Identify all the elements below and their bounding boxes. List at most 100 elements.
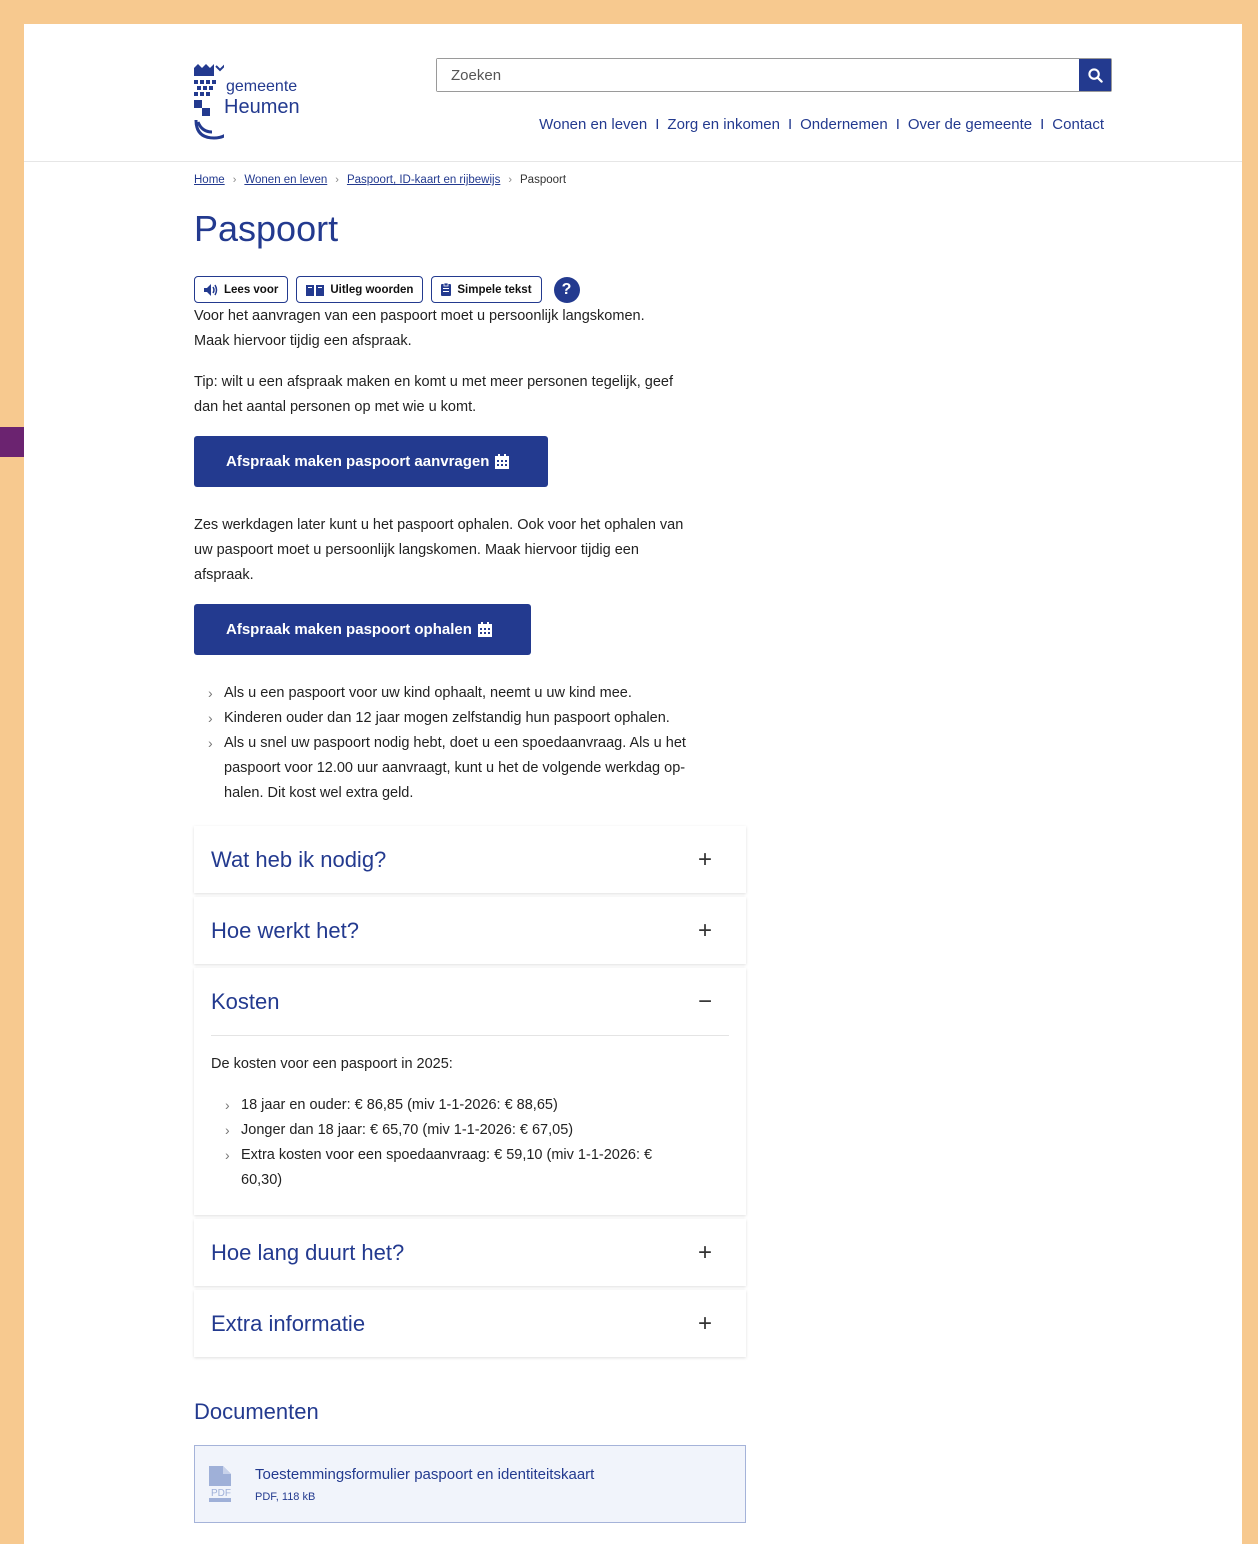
costs-list: › 18 jaar en ouder: € 86,85 (miv 1-1-202… xyxy=(211,1093,729,1193)
simple-text-label: Simpele tekst xyxy=(457,283,532,296)
list-item: › 18 jaar en ouder: € 86,85 (miv 1-1-202… xyxy=(211,1093,729,1118)
accordion-header[interactable]: Hoe werkt het? + xyxy=(194,897,746,964)
logo[interactable]: gemeente Heumen xyxy=(194,62,334,146)
accordion-title: Extra informatie xyxy=(211,1310,366,1336)
plus-icon: + xyxy=(698,1309,713,1337)
list-item: › Kinderen ouder dan 12 jaar mogen zelfs… xyxy=(194,706,746,731)
accordion-header[interactable]: Extra informatie + xyxy=(194,1290,746,1357)
accordion-title: Wat heb ik nodig? xyxy=(211,846,387,872)
chevron-right-icon: › xyxy=(335,174,339,186)
nav-over-de-gemeente[interactable]: Over de gemeente xyxy=(908,116,1032,133)
pdf-file-icon: PDF xyxy=(209,1466,241,1502)
chevron-right-icon: › xyxy=(225,1122,230,1138)
nav-ondernemen[interactable]: Ondernemen xyxy=(800,116,888,133)
nav-wonen-en-leven[interactable]: Wonen en leven xyxy=(539,116,647,133)
list-item-text: Jonger dan 18 jaar: € 65,70 (miv 1-1-202… xyxy=(241,1122,574,1138)
simple-text-button[interactable]: Simpele tekst xyxy=(431,276,542,303)
documents-heading: Documenten xyxy=(194,1399,319,1424)
read-aloud-button[interactable]: Lees voor xyxy=(194,276,289,303)
nav-separator: I xyxy=(1040,116,1045,133)
explain-words-button[interactable]: Uitleg woorden xyxy=(296,276,424,303)
list-item-text: halen. Dit kost wel extra geld. xyxy=(224,785,414,801)
accordion: Wat heb ik nodig? + Hoe werkt het? + Kos… xyxy=(194,826,746,1357)
list-item: › Als u een paspoort voor uw kind ophaal… xyxy=(194,681,746,706)
municipality-crest-icon xyxy=(194,64,224,140)
breadcrumb-paspoort-id-rijbewijs[interactable]: Paspoort, ID-kaart en rijbewijs xyxy=(347,174,500,186)
plus-icon: + xyxy=(698,845,713,873)
logo-text-gemeente: gemeente xyxy=(226,78,298,95)
tip-text: Tip: wilt u een afspraak maken en komt u… xyxy=(194,370,746,420)
explain-words-label: Uitleg woorden xyxy=(330,283,414,296)
search-input[interactable] xyxy=(437,59,1079,91)
accordion-header[interactable]: Wat heb ik nodig? + xyxy=(194,826,746,893)
document-info: Toestemmingsformulier paspoort en identi… xyxy=(255,1466,594,1503)
nav-contact[interactable]: Contact xyxy=(1052,116,1104,133)
appointment-apply-button[interactable]: Afspraak maken paspoort aanvragen xyxy=(194,436,548,487)
accordion-item-extra-informatie: Extra informatie + xyxy=(194,1290,746,1357)
read-aloud-label: Lees voor xyxy=(224,283,279,296)
calendar-icon xyxy=(477,622,492,637)
accordion-item-hoe-lang-duurt-het: Hoe lang duurt het? + xyxy=(194,1219,746,1286)
accordion-item-wat-heb-ik-nodig: Wat heb ik nodig? + xyxy=(194,826,746,893)
accordion-body: De kosten voor een paspoort in 2025: › 1… xyxy=(194,1035,746,1215)
search-icon xyxy=(1087,67,1103,83)
chevron-right-icon: › xyxy=(208,685,213,701)
accordion-item-kosten: Kosten − De kosten voor een paspoort in … xyxy=(194,968,746,1215)
chevron-right-icon: › xyxy=(225,1097,230,1113)
accordion-title: Hoe lang duurt het? xyxy=(211,1239,405,1265)
chevron-right-icon: › xyxy=(508,174,513,186)
chevron-right-icon: › xyxy=(208,735,213,751)
chevron-right-icon: › xyxy=(225,1147,230,1163)
list-item-text: Als u een paspoort voor uw kind ophaalt,… xyxy=(224,685,632,701)
accordion-item-hoe-werkt-het: Hoe werkt het? + xyxy=(194,897,746,964)
costs-intro: De kosten voor een paspoort in 2025: xyxy=(211,1056,453,1072)
nav-zorg-en-inkomen[interactable]: Zorg en inkomen xyxy=(667,116,780,133)
minus-icon: − xyxy=(698,987,713,1015)
search-bar xyxy=(436,58,1112,92)
nav-separator: I xyxy=(895,116,900,133)
clipboard-icon xyxy=(441,283,452,296)
info-list: › Als u een paspoort voor uw kind ophaal… xyxy=(194,681,746,806)
book-icon xyxy=(306,284,325,296)
pickup-line: afspraak. xyxy=(194,567,254,583)
page-title: Paspoort xyxy=(194,208,339,249)
list-item: › Extra kosten voor een spoedaanvraag: €… xyxy=(211,1143,729,1193)
document-meta: PDF, 118 kB xyxy=(255,1490,316,1503)
nav-separator: I xyxy=(655,116,660,133)
plus-icon: + xyxy=(698,916,713,944)
main-navigation: Wonen en leven I Zorg en inkomen I Onder… xyxy=(539,116,1104,133)
list-item-text: 60,30) xyxy=(241,1172,283,1188)
nav-separator: I xyxy=(787,116,793,133)
breadcrumb-home[interactable]: Home xyxy=(194,174,225,186)
accordion-title: Hoe werkt het? xyxy=(211,917,359,943)
accordion-title: Kosten xyxy=(211,988,280,1014)
calendar-icon xyxy=(495,454,510,469)
intro-text: Voor het aanvragen van een paspoort moet… xyxy=(194,304,746,354)
appointment-apply-label: Afspraak maken paspoort aanvragen xyxy=(226,453,490,470)
speaker-icon xyxy=(204,283,218,296)
readability-tools: Lees voor Uitleg woorden Simpele tekst ? xyxy=(194,276,746,303)
list-item-text: Extra kosten voor een spoedaanvraag: € 5… xyxy=(241,1147,653,1163)
list-item-text: Als u snel uw paspoort nodig hebt, doet … xyxy=(224,735,686,751)
help-icon[interactable]: ? xyxy=(553,276,580,303)
main-content: Home › Wonen en leven › Paspoort, ID-kaa… xyxy=(194,174,746,1523)
search-button[interactable] xyxy=(1079,59,1111,91)
plus-icon: + xyxy=(698,1238,713,1266)
list-item: › Jonger dan 18 jaar: € 65,70 (miv 1-1-2… xyxy=(211,1118,729,1143)
document-title: Toestemmingsformulier paspoort en identi… xyxy=(255,1465,595,1483)
site-header: gemeente Heumen Wonen en leven I Zorg en… xyxy=(24,24,1242,162)
breadcrumb-wonen-en-leven[interactable]: Wonen en leven xyxy=(244,174,327,186)
appointment-pickup-button[interactable]: Afspraak maken paspoort ophalen xyxy=(194,604,531,655)
accordion-header[interactable]: Kosten − xyxy=(194,968,746,1035)
list-item-text: Kinderen ouder dan 12 jaar mogen zelfsta… xyxy=(224,710,670,726)
accordion-header[interactable]: Hoe lang duurt het? + xyxy=(194,1219,746,1286)
pickup-line: uw paspoort moet u persoonlijk langskome… xyxy=(194,542,639,558)
pickup-text: Zes werkdagen later kunt u het paspoort … xyxy=(194,513,746,588)
document-link[interactable]: PDF Toestemmingsformulier paspoort en id… xyxy=(194,1445,746,1523)
chevron-right-icon: › xyxy=(208,710,213,726)
list-item-text: 18 jaar en ouder: € 86,85 (miv 1-1-2026:… xyxy=(241,1097,558,1113)
list-item: › Als u snel uw paspoort nodig hebt, doe… xyxy=(194,731,746,806)
tip-line: dan het aantal personen op met wie u kom… xyxy=(194,399,477,415)
page: gemeente Heumen Wonen en leven I Zorg en… xyxy=(24,24,1242,1544)
pdf-icon-label: PDF xyxy=(211,1488,231,1499)
